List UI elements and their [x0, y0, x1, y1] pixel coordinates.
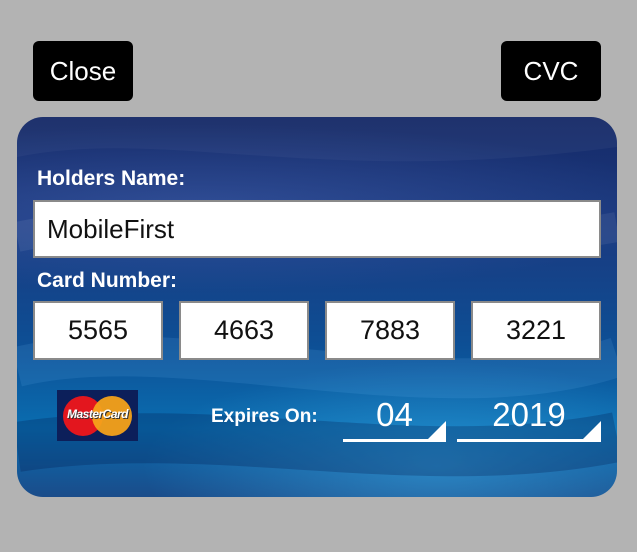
expiry-year-picker[interactable]: 2019 [457, 392, 601, 442]
cvc-button[interactable]: CVC [501, 41, 601, 101]
card-number-group-1[interactable]: 5565 [33, 301, 163, 360]
credit-card: Holders Name: MobileFirst Card Number: 5… [17, 117, 617, 497]
card-number-label: Card Number: [37, 269, 178, 292]
holder-name-input[interactable]: MobileFirst [33, 200, 601, 258]
expiry-year-value: 2019 [492, 396, 566, 433]
card-number-group-4[interactable]: 3221 [471, 301, 601, 360]
close-button[interactable]: Close [33, 41, 133, 101]
card-number-group-2[interactable]: 4663 [179, 301, 309, 360]
mastercard-logo: MasterCard [57, 390, 138, 441]
expires-on-label: Expires On: [211, 406, 318, 427]
expiry-month-value: 04 [376, 396, 413, 433]
holder-name-label: Holders Name: [37, 167, 186, 190]
mastercard-logo-text: MasterCard [66, 407, 129, 421]
dropdown-corner-icon [428, 421, 446, 439]
card-number-group-3[interactable]: 7883 [325, 301, 455, 360]
expiry-month-picker[interactable]: 04 [343, 392, 446, 442]
dropdown-corner-icon [583, 421, 601, 439]
